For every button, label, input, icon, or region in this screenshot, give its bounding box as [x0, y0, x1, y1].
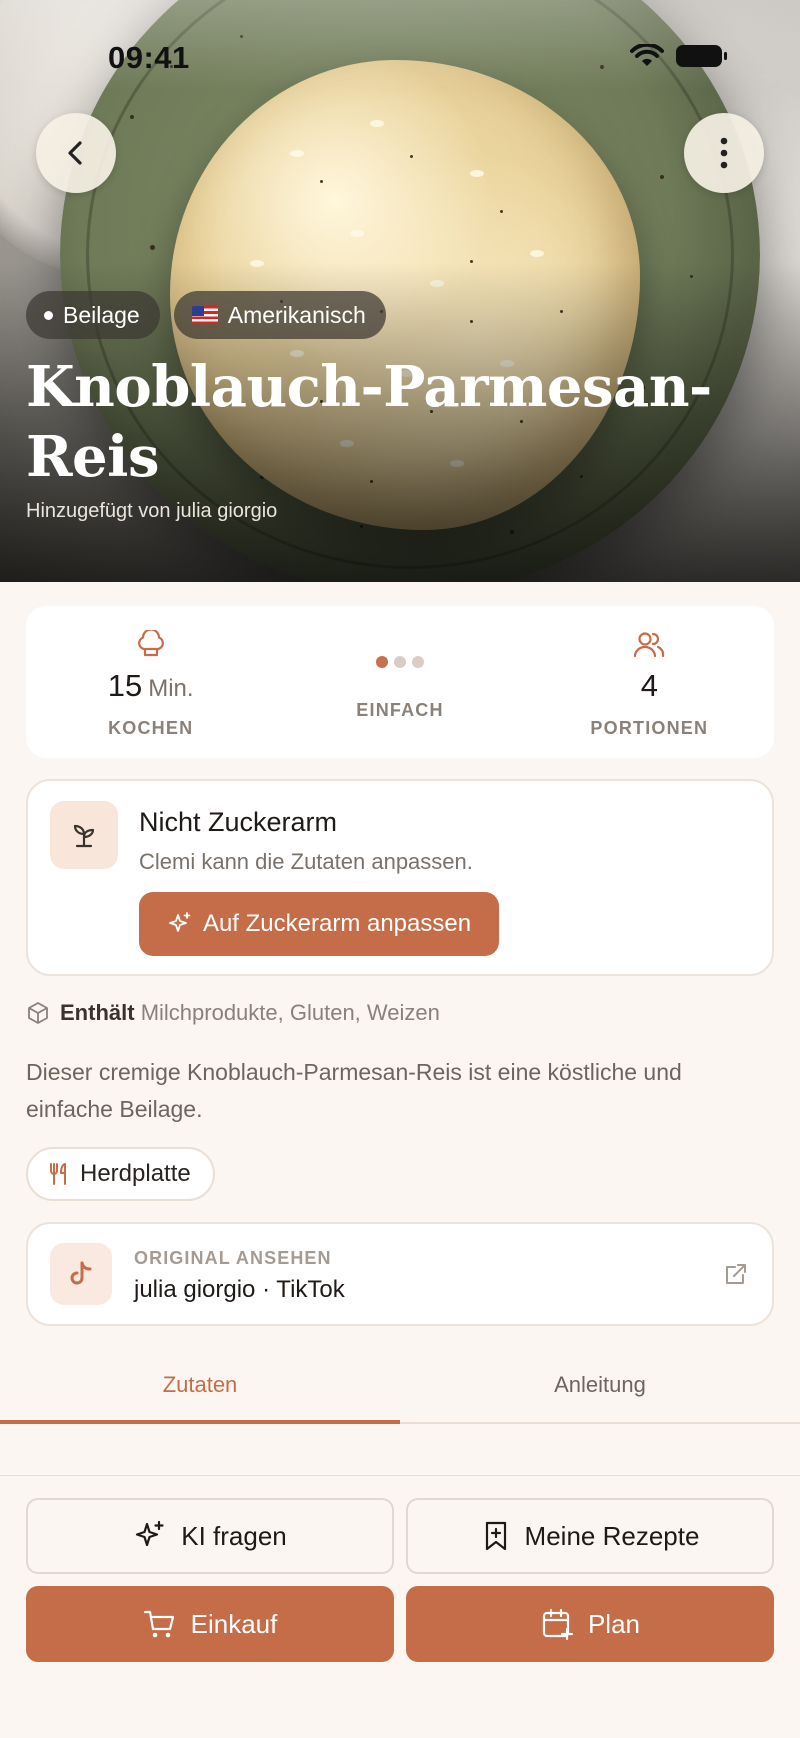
tab-instructions[interactable]: Anleitung — [400, 1362, 800, 1422]
chip-label: Amerikanisch — [227, 301, 366, 328]
difficulty-label: EINFACH — [356, 700, 444, 720]
cook-time-unit: Min. — [148, 675, 194, 702]
adapt-button-label: Auf Zuckerarm anpassen — [202, 910, 472, 937]
cook-time-label: KOCHEN — [108, 718, 194, 738]
recipe-stats-card: 15 Min. KOCHEN EINFACH 4 PORTIONEN — [26, 606, 774, 758]
bottom-action-bar: KI fragen Meine Rezepte Einkauf Plan — [0, 1475, 800, 1738]
ask-ai-button[interactable]: KI fragen — [26, 1498, 394, 1574]
more-options-button[interactable] — [684, 113, 764, 193]
plan-button[interactable]: Plan — [406, 1586, 774, 1662]
utensils-icon — [50, 1163, 66, 1185]
calendar-plus-icon — [542, 1608, 574, 1641]
chef-hat-icon — [137, 630, 164, 657]
equipment-label: Herdplatte — [80, 1160, 191, 1187]
us-flag-icon — [191, 306, 218, 324]
category-chips: Beilage Amerikanisch — [26, 291, 386, 339]
tab-ingredients[interactable]: Zutaten — [0, 1362, 400, 1424]
difficulty-dots — [375, 654, 424, 670]
wifi-icon — [630, 44, 664, 66]
stat-servings: 4 PORTIONEN — [525, 606, 774, 758]
stat-difficulty: EINFACH — [275, 606, 524, 758]
servings-label: PORTIONEN — [590, 718, 709, 738]
recipe-title: Knoblauch-Parmesan-Reis — [26, 354, 712, 490]
dot-icon — [44, 310, 53, 320]
my-recipes-button[interactable]: Meine Rezepte — [406, 1498, 774, 1574]
hero-image: 09:41 Beilage Amerikanisch Knoblauch-Par… — [0, 0, 800, 582]
chip-label: Beilage — [63, 301, 140, 328]
users-icon — [634, 632, 665, 658]
plan-label: Plan — [587, 1608, 641, 1639]
sugar-subtitle: Clemi kann die Zutaten anpassen. — [139, 849, 473, 874]
stat-cook-time: 15 Min. KOCHEN — [26, 606, 275, 758]
back-button[interactable] — [36, 113, 116, 193]
shopping-cart-icon — [143, 1610, 174, 1638]
cook-time-value: 15 — [107, 668, 143, 703]
battery-icon — [676, 45, 727, 67]
sugar-title: Nicht Zuckerarm — [139, 807, 338, 837]
sparkles-icon — [136, 1520, 164, 1547]
sprout-icon — [73, 824, 95, 848]
sparkles-icon — [169, 912, 191, 932]
allergens-values: Milchprodukte, Gluten, Weizen — [140, 1000, 440, 1025]
tiktok-icon-tile — [50, 1243, 112, 1305]
original-source-card[interactable]: ORIGINAL ANSEHEN julia giorgio · TikTok — [26, 1222, 774, 1326]
tiktok-icon — [70, 1261, 92, 1285]
chip-cuisine[interactable]: Amerikanisch — [173, 291, 386, 339]
shopping-label: Einkauf — [190, 1608, 278, 1639]
shopping-button[interactable]: Einkauf — [26, 1586, 394, 1662]
original-kicker: ORIGINAL ANSEHEN — [134, 1248, 332, 1268]
added-by: Hinzugefügt von julia giorgio — [26, 500, 278, 522]
status-time: 09:41 — [108, 40, 190, 75]
my-recipes-label: Meine Rezepte — [524, 1520, 700, 1551]
adapt-low-sugar-button[interactable]: Auf Zuckerarm anpassen — [139, 892, 499, 956]
chevron-left-icon — [68, 141, 82, 165]
ask-ai-label: KI fragen — [181, 1520, 287, 1551]
sugar-adapt-card: Nicht Zuckerarm Clemi kann die Zutaten a… — [26, 779, 774, 976]
sprout-icon-tile — [50, 801, 118, 869]
recipe-description: Dieser cremige Knoblauch-Parmesan-Reis i… — [26, 1059, 682, 1122]
status-icons — [630, 44, 727, 68]
allergens-label: Enthält — [60, 1000, 135, 1025]
bookmark-plus-icon — [485, 1521, 506, 1551]
more-vertical-icon — [720, 137, 728, 169]
chip-category[interactable]: Beilage — [26, 291, 160, 339]
external-link-icon[interactable] — [722, 1260, 750, 1288]
equipment-chip[interactable]: Herdplatte — [26, 1147, 215, 1201]
servings-value: 4 — [640, 668, 658, 703]
original-title: julia giorgio · TikTok — [134, 1276, 345, 1303]
package-icon — [28, 1002, 48, 1024]
allergens-row: Enthält Milchprodukte, Gluten, Weizen — [26, 1000, 440, 1026]
recipe-tabs: Zutaten Anleitung — [0, 1362, 800, 1424]
